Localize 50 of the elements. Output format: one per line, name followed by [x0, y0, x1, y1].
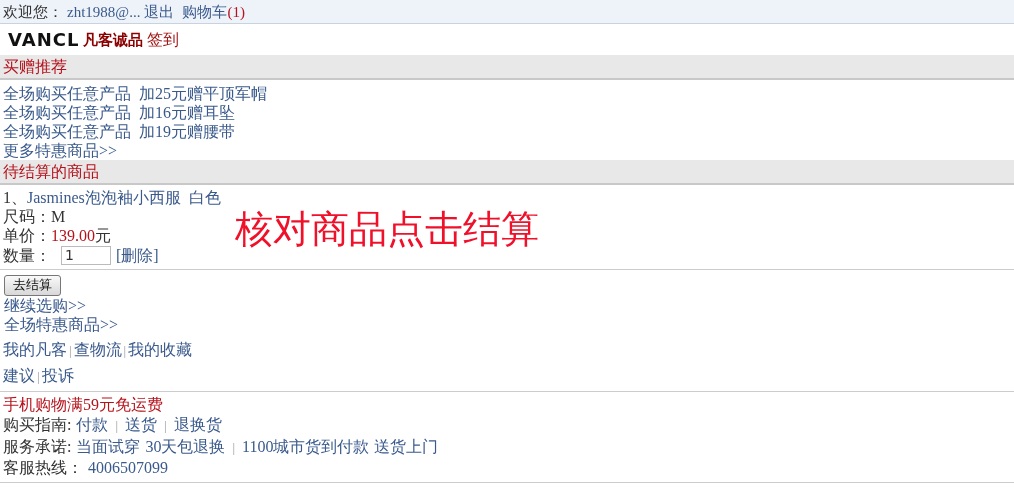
link[interactable]: 我的收藏 [128, 339, 193, 359]
link[interactable]: 付款 [76, 415, 109, 436]
more-deals-link[interactable]: 更多特惠商品>> [3, 142, 118, 159]
currency-text: 元 [95, 226, 111, 245]
link[interactable]: 退换货 [173, 415, 222, 436]
logout-link[interactable]: 退出 [144, 2, 175, 21]
separator-text: | [164, 417, 167, 435]
delete-link[interactable]: [删除] [116, 246, 159, 265]
continue-link[interactable]: 继续选购>> [4, 296, 87, 314]
product-link[interactable]: Jasmines泡泡袖小西服 白色 [27, 188, 221, 207]
checkout-button[interactable]: 去结算 [4, 274, 61, 296]
link[interactable]: 30天包退换 [145, 436, 226, 457]
link[interactable]: 当面试穿 [76, 436, 141, 457]
price-value: 139.00 [51, 226, 95, 245]
quantity-field[interactable]: 1 [61, 246, 111, 265]
separator-text: | [115, 417, 119, 435]
link[interactable]: 4006507099 [88, 458, 168, 479]
label-text: 购买指南: [3, 415, 72, 435]
link[interactable]: 1100城市货到付款 [242, 436, 370, 457]
annotation-text: 核对商品点击结算 [235, 207, 539, 251]
checkin-link[interactable]: 签到 [147, 30, 180, 49]
user-link[interactable]: zht1988@... [67, 2, 141, 21]
item-index: 1、 [3, 188, 27, 207]
section-header: 待结算的商品 [0, 160, 1014, 185]
promo-link[interactable]: 全场购买任意产品 加25元赠平顶军帽 [3, 85, 267, 102]
cart-link[interactable]: 购物车(1) [182, 2, 245, 21]
welcome-text: 欢迎您： [3, 2, 63, 21]
logo[interactable]: VANCL [8, 30, 80, 49]
promo-link[interactable]: 全场购买任意产品 加16元赠耳坠 [3, 104, 235, 121]
separator-text: | [232, 438, 236, 457]
section-header: 买赠推荐 [0, 55, 1014, 80]
price-label: 单价： [3, 226, 51, 245]
quantity-label: 数量： [3, 246, 51, 265]
link[interactable]: 建议 [3, 365, 35, 385]
separator-text: | [123, 341, 127, 360]
label-text: 服务承诺: [3, 436, 72, 457]
free-shipping-text: 手机购物满59元免运费 [3, 394, 164, 415]
promo-link[interactable]: 全场购买任意产品 加19元赠腰带 [3, 123, 235, 140]
separator-text: | [69, 341, 72, 360]
link[interactable]: 投诉 [41, 365, 74, 385]
size-label: 尺码： [3, 207, 51, 226]
label-text: 客服热线： [3, 458, 83, 478]
size-value: M [51, 207, 66, 226]
logo-tagline: 凡客诚品 [83, 30, 144, 49]
separator-text: | [37, 367, 40, 386]
link[interactable]: 我的凡客 [3, 339, 67, 359]
link[interactable]: 送货 [125, 415, 158, 436]
continue-link[interactable]: 全场特惠商品>> [4, 315, 119, 333]
link[interactable]: 送货上门 [374, 436, 439, 457]
link[interactable]: 查物流 [73, 339, 122, 359]
